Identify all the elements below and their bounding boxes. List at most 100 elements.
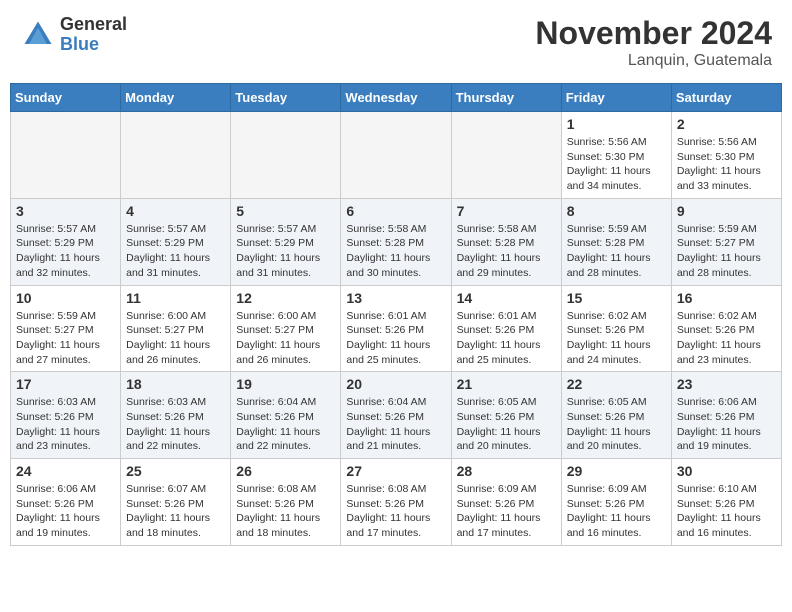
day-number: 5 [236,203,335,219]
day-number: 4 [126,203,225,219]
day-info: Sunrise: 5:56 AM Sunset: 5:30 PM Dayligh… [567,135,666,194]
day-number: 20 [346,376,445,392]
day-info: Sunrise: 6:04 AM Sunset: 5:26 PM Dayligh… [236,395,335,454]
page-header: General Blue November 2024 Lanquin, Guat… [10,10,782,75]
day-info: Sunrise: 6:02 AM Sunset: 5:26 PM Dayligh… [677,309,776,368]
day-number: 23 [677,376,776,392]
calendar-header-wednesday: Wednesday [341,84,451,112]
day-number: 21 [457,376,556,392]
day-info: Sunrise: 5:59 AM Sunset: 5:28 PM Dayligh… [567,222,666,281]
calendar-day: 10 Sunrise: 5:59 AM Sunset: 5:27 PM Dayli… [11,285,121,372]
calendar-day [231,112,341,199]
day-number: 10 [16,290,115,306]
calendar-day: 30 Sunrise: 6:10 AM Sunset: 5:26 PM Dayli… [671,459,781,546]
calendar-day: 13 Sunrise: 6:01 AM Sunset: 5:26 PM Dayli… [341,285,451,372]
calendar-header-row: SundayMondayTuesdayWednesdayThursdayFrid… [11,84,782,112]
day-info: Sunrise: 6:09 AM Sunset: 5:26 PM Dayligh… [457,482,556,541]
calendar-day: 4Sunrise: 5:57 AM Sunset: 5:29 PM Daylig… [121,198,231,285]
day-number: 12 [236,290,335,306]
calendar-header-friday: Friday [561,84,671,112]
logo-general: General [60,15,127,35]
calendar-week-0: 1 Sunrise: 5:56 AM Sunset: 5:30 PM Daylig… [11,112,782,199]
calendar-day: 18 Sunrise: 6:03 AM Sunset: 5:26 PM Dayli… [121,372,231,459]
day-number: 3 [16,203,115,219]
day-number: 11 [126,290,225,306]
day-number: 6 [346,203,445,219]
calendar-day: 16 Sunrise: 6:02 AM Sunset: 5:26 PM Dayli… [671,285,781,372]
calendar-day: 8 Sunrise: 5:59 AM Sunset: 5:28 PM Daylig… [561,198,671,285]
day-number: 18 [126,376,225,392]
day-number: 16 [677,290,776,306]
calendar-day: 2Sunrise: 5:56 AM Sunset: 5:30 PM Daylig… [671,112,781,199]
calendar-day: 3Sunrise: 5:57 AM Sunset: 5:29 PM Daylig… [11,198,121,285]
calendar-week-3: 17Sunrise: 6:03 AM Sunset: 5:26 PM Dayli… [11,372,782,459]
calendar-day: 17Sunrise: 6:03 AM Sunset: 5:26 PM Dayli… [11,372,121,459]
logo-text: General Blue [60,15,127,55]
day-number: 27 [346,463,445,479]
calendar-day: 1 Sunrise: 5:56 AM Sunset: 5:30 PM Daylig… [561,112,671,199]
day-number: 19 [236,376,335,392]
calendar-day: 28 Sunrise: 6:09 AM Sunset: 5:26 PM Dayli… [451,459,561,546]
day-info: Sunrise: 6:05 AM Sunset: 5:26 PM Dayligh… [457,395,556,454]
day-info: Sunrise: 6:08 AM Sunset: 5:26 PM Dayligh… [236,482,335,541]
day-number: 26 [236,463,335,479]
day-number: 29 [567,463,666,479]
day-info: Sunrise: 6:10 AM Sunset: 5:26 PM Dayligh… [677,482,776,541]
day-info: Sunrise: 6:04 AM Sunset: 5:26 PM Dayligh… [346,395,445,454]
day-info: Sunrise: 5:59 AM Sunset: 5:27 PM Dayligh… [16,309,115,368]
day-info: Sunrise: 6:03 AM Sunset: 5:26 PM Dayligh… [16,395,115,454]
day-number: 7 [457,203,556,219]
day-info: Sunrise: 6:01 AM Sunset: 5:26 PM Dayligh… [346,309,445,368]
calendar-day: 21 Sunrise: 6:05 AM Sunset: 5:26 PM Dayli… [451,372,561,459]
day-number: 28 [457,463,556,479]
day-number: 9 [677,203,776,219]
day-info: Sunrise: 6:08 AM Sunset: 5:26 PM Dayligh… [346,482,445,541]
calendar-table: SundayMondayTuesdayWednesdayThursdayFrid… [10,83,782,546]
day-number: 15 [567,290,666,306]
calendar-header-tuesday: Tuesday [231,84,341,112]
month-year: November 2024 [535,15,772,52]
day-info: Sunrise: 6:07 AM Sunset: 5:26 PM Dayligh… [126,482,225,541]
day-info: Sunrise: 6:06 AM Sunset: 5:26 PM Dayligh… [16,482,115,541]
calendar-day: 27 Sunrise: 6:08 AM Sunset: 5:26 PM Dayli… [341,459,451,546]
calendar-day: 19 Sunrise: 6:04 AM Sunset: 5:26 PM Dayli… [231,372,341,459]
day-info: Sunrise: 6:03 AM Sunset: 5:26 PM Dayligh… [126,395,225,454]
title-block: November 2024 Lanquin, Guatemala [535,15,772,70]
calendar-day: 11 Sunrise: 6:00 AM Sunset: 5:27 PM Dayli… [121,285,231,372]
calendar-header-monday: Monday [121,84,231,112]
logo-icon [20,17,56,53]
calendar-day: 26 Sunrise: 6:08 AM Sunset: 5:26 PM Dayli… [231,459,341,546]
calendar-day: 5Sunrise: 5:57 AM Sunset: 5:29 PM Daylig… [231,198,341,285]
calendar-day: 12Sunrise: 6:00 AM Sunset: 5:27 PM Dayli… [231,285,341,372]
calendar-week-4: 24Sunrise: 6:06 AM Sunset: 5:26 PM Dayli… [11,459,782,546]
calendar-header-saturday: Saturday [671,84,781,112]
calendar-header-sunday: Sunday [11,84,121,112]
calendar-week-1: 3Sunrise: 5:57 AM Sunset: 5:29 PM Daylig… [11,198,782,285]
calendar-day: 6Sunrise: 5:58 AM Sunset: 5:28 PM Daylig… [341,198,451,285]
logo: General Blue [20,15,127,55]
calendar-day [11,112,121,199]
calendar-week-2: 10 Sunrise: 5:59 AM Sunset: 5:27 PM Dayli… [11,285,782,372]
calendar-day: 20 Sunrise: 6:04 AM Sunset: 5:26 PM Dayli… [341,372,451,459]
day-info: Sunrise: 5:58 AM Sunset: 5:28 PM Dayligh… [457,222,556,281]
calendar-day: 24Sunrise: 6:06 AM Sunset: 5:26 PM Dayli… [11,459,121,546]
logo-blue: Blue [60,35,127,55]
calendar-day: 9 Sunrise: 5:59 AM Sunset: 5:27 PM Daylig… [671,198,781,285]
calendar-day: 29Sunrise: 6:09 AM Sunset: 5:26 PM Dayli… [561,459,671,546]
day-info: Sunrise: 6:01 AM Sunset: 5:26 PM Dayligh… [457,309,556,368]
day-number: 2 [677,116,776,132]
calendar-day: 25Sunrise: 6:07 AM Sunset: 5:26 PM Dayli… [121,459,231,546]
calendar-day [121,112,231,199]
day-number: 22 [567,376,666,392]
location: Lanquin, Guatemala [535,52,772,70]
calendar-day [341,112,451,199]
day-number: 13 [346,290,445,306]
day-info: Sunrise: 6:05 AM Sunset: 5:26 PM Dayligh… [567,395,666,454]
calendar-day [451,112,561,199]
calendar-header-thursday: Thursday [451,84,561,112]
day-number: 8 [567,203,666,219]
day-number: 30 [677,463,776,479]
day-info: Sunrise: 6:00 AM Sunset: 5:27 PM Dayligh… [126,309,225,368]
day-info: Sunrise: 5:59 AM Sunset: 5:27 PM Dayligh… [677,222,776,281]
day-number: 1 [567,116,666,132]
